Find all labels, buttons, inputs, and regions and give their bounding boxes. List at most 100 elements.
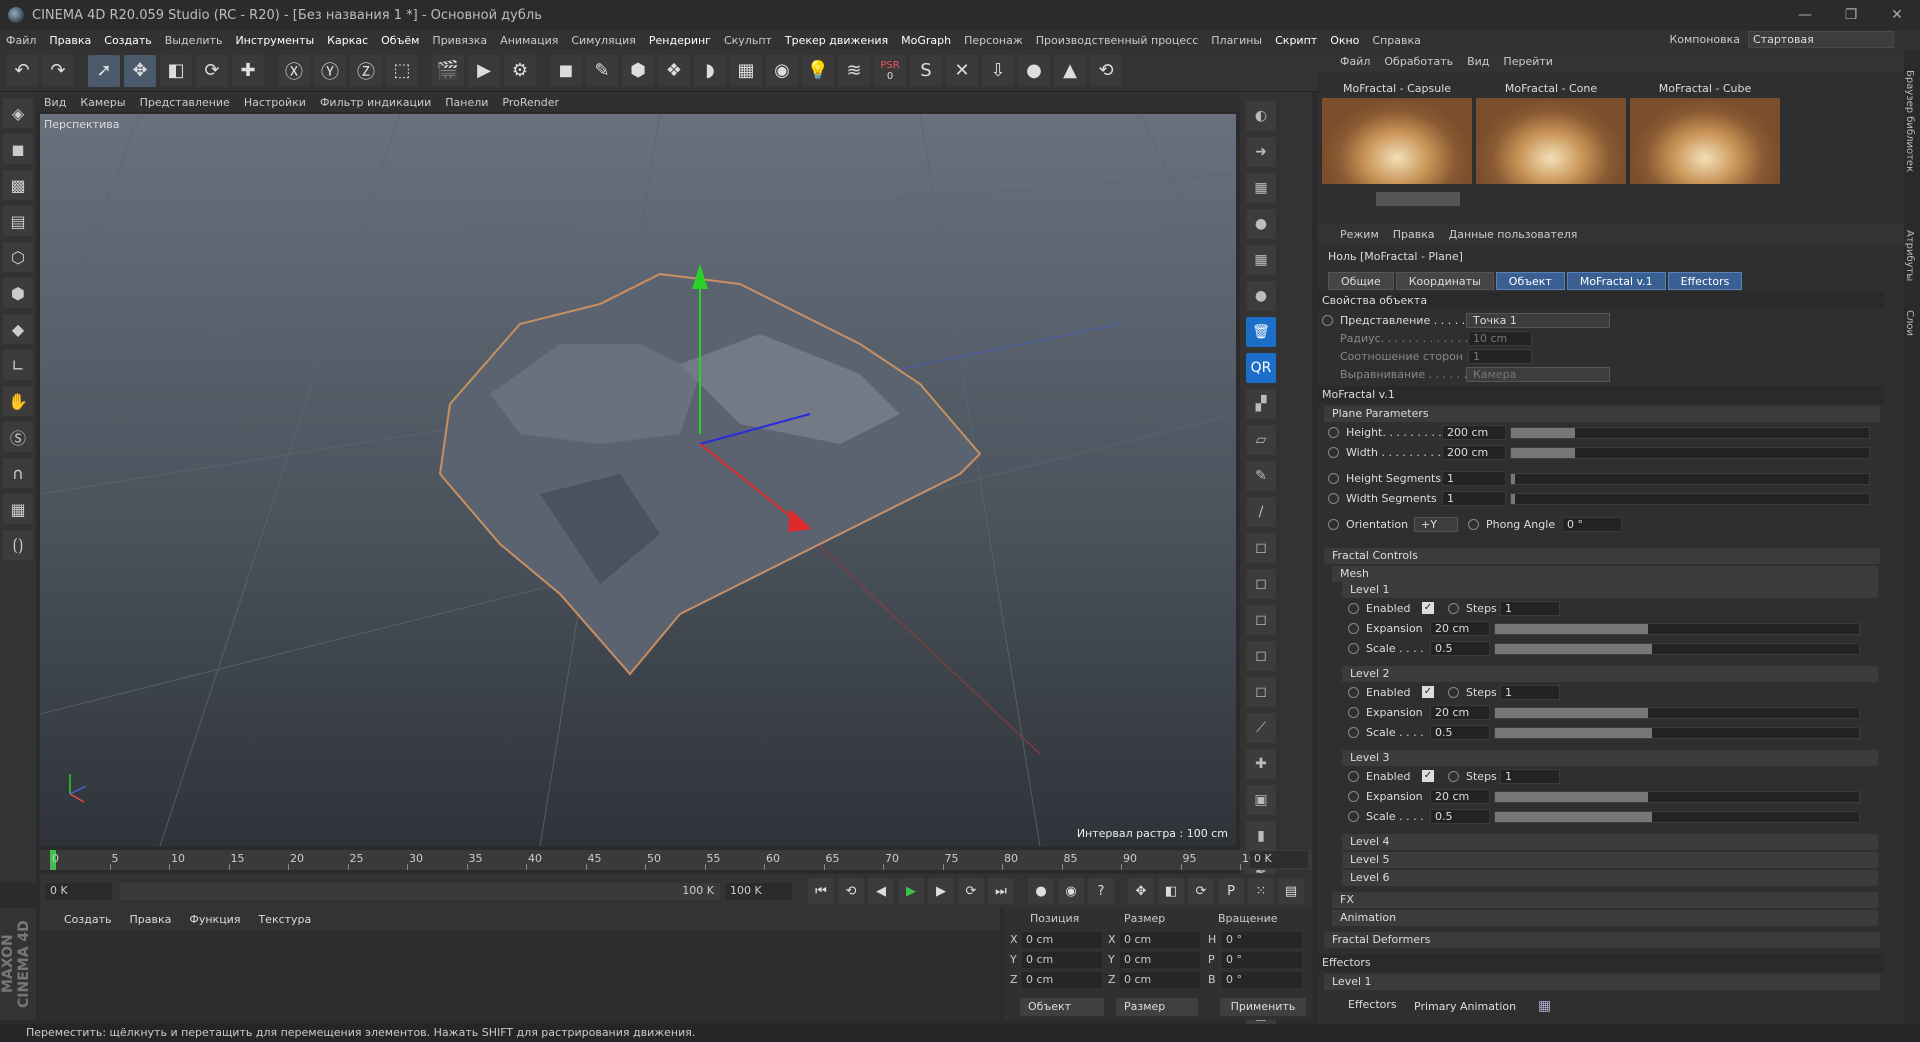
coords-mode-size-select[interactable]: Размер (1116, 998, 1198, 1016)
qr-icon[interactable]: QR (1246, 353, 1276, 383)
menu-file[interactable]: Файл (6, 34, 36, 47)
texture-mode-icon[interactable]: ▩ (3, 170, 33, 200)
minimize-button[interactable]: — (1782, 0, 1828, 30)
frame-icon[interactable]: ▣ (1246, 785, 1276, 815)
viewport-menu-panel[interactable]: Панели (445, 96, 488, 109)
maximize-button[interactable]: ❐ (1828, 0, 1874, 30)
object-mode-icon[interactable]: ◼ (3, 134, 33, 164)
next-key-icon[interactable]: ⟳ (958, 878, 984, 904)
expansion-slider[interactable] (1494, 707, 1860, 719)
brush-icon[interactable]: ✎ (1246, 461, 1276, 491)
menu-edit[interactable]: Правка (49, 34, 91, 47)
viewport-menu-display[interactable]: Представление (140, 96, 230, 109)
material-menu-texture[interactable]: Текстура (258, 913, 311, 926)
content-menu-edit[interactable]: Обработать (1384, 55, 1453, 68)
expansion-field[interactable]: 20 cm (1430, 705, 1490, 720)
preset-item[interactable]: MoFractal - Capsule (1322, 80, 1472, 184)
tab-effectors[interactable]: Effectors (1667, 272, 1743, 290)
keyframe-icon[interactable] (1448, 687, 1459, 698)
menu-tools[interactable]: Инструменты (235, 34, 314, 47)
attr-menu-mode[interactable]: Режим (1340, 228, 1379, 241)
polygons-mode-icon[interactable]: ◆ (3, 314, 33, 344)
pen-spline-icon[interactable]: ✎ (586, 54, 618, 87)
fx-group[interactable]: FX (1332, 892, 1878, 908)
arrow-right-icon[interactable]: ➜ (1246, 137, 1276, 167)
sphere-icon[interactable]: ◐ (1246, 101, 1276, 131)
keyframe-icon[interactable] (1328, 519, 1339, 530)
attr-menu-userdata[interactable]: Данные пользователя (1449, 228, 1578, 241)
keyframe-icon[interactable] (1348, 687, 1359, 698)
floor-icon[interactable]: ▦ (730, 54, 762, 87)
undo-button[interactable]: ↶ (6, 54, 38, 87)
move-tool-icon[interactable]: ✥ (124, 54, 156, 87)
expansion-field[interactable]: 20 cm (1430, 621, 1490, 636)
viewport-menu-cameras[interactable]: Камеры (80, 96, 125, 109)
prev-key-icon[interactable]: ⟲ (838, 878, 864, 904)
radius-field[interactable]: 10 cm (1468, 331, 1532, 346)
axis-x-icon[interactable]: Ⓧ (278, 54, 310, 87)
position-z-field[interactable]: 0 cm (1022, 972, 1102, 988)
scale-key-icon[interactable]: ◧ (1158, 878, 1184, 904)
viewport-menu-prorender[interactable]: ProRender (502, 96, 559, 109)
expansion-slider[interactable] (1494, 623, 1860, 635)
preview-range-slider[interactable]: 100 K (120, 882, 720, 900)
width-slider[interactable] (1510, 447, 1870, 459)
menu-mesh[interactable]: Каркас (327, 34, 368, 47)
keyframe-icon[interactable] (1348, 811, 1359, 822)
mograph-icon[interactable]: ⟲ (1090, 54, 1122, 87)
keyframe-selection-icon[interactable]: ? (1088, 878, 1114, 904)
render-settings-icon[interactable]: ⚙ (504, 54, 536, 87)
triangle-icon[interactable]: ▲ (1054, 54, 1086, 87)
snap-icon[interactable]: S (910, 54, 942, 87)
menu-render[interactable]: Рендеринг (649, 34, 711, 47)
render-view-icon[interactable]: 🎬 (432, 54, 464, 87)
side-tab-attributes[interactable]: Атрибуты (1904, 230, 1915, 281)
apply-button[interactable]: Применить (1220, 998, 1306, 1016)
aspect-field[interactable]: 1 (1468, 349, 1532, 364)
layout-select[interactable]: Стартовая (1748, 31, 1894, 48)
side-tab-library[interactable]: Браузер библиотек (1904, 70, 1915, 172)
menu-volume[interactable]: Объём (381, 34, 419, 47)
menu-plugins[interactable]: Плагины (1211, 34, 1262, 47)
keyframe-icon[interactable] (1348, 791, 1359, 802)
magnet-icon[interactable]: ∩ (3, 458, 33, 488)
menu-simulate[interactable]: Симуляция (571, 34, 636, 47)
level-6-group[interactable]: Level 6 (1342, 870, 1878, 886)
phong-angle-field[interactable]: 0 ° (1562, 517, 1622, 532)
tab-coordinates[interactable]: Координаты (1395, 272, 1494, 290)
enabled-checkbox[interactable]: ✓ (1422, 602, 1434, 614)
content-menu-go[interactable]: Перейти (1503, 55, 1553, 68)
cloner-icon[interactable]: ❖ (658, 54, 690, 87)
uv-icon[interactable]: ▞ (1246, 389, 1276, 419)
level-2-group[interactable]: Level 2 (1342, 666, 1878, 682)
lock-axis-icon[interactable]: ⟮⟯ (3, 530, 33, 560)
cube-icon[interactable]: ◻ (1246, 569, 1276, 599)
texture-grid-icon[interactable]: ▦ (1246, 245, 1276, 275)
goto-start-icon[interactable]: ⏮ (808, 878, 834, 904)
sphere-icon[interactable]: ● (1246, 281, 1276, 311)
keyframe-icon[interactable] (1468, 519, 1479, 530)
coords-mode-object-select[interactable]: Объект (1020, 998, 1104, 1016)
edges-mode-icon[interactable]: ⬢ (3, 278, 33, 308)
rotation-b-field[interactable]: 0 ° (1222, 972, 1302, 988)
tab-mofractal[interactable]: MoFractal v.1 (1566, 272, 1666, 290)
width-segments-slider[interactable] (1510, 493, 1870, 505)
autokey-icon[interactable]: ◉ (1058, 878, 1084, 904)
fractal-controls-group[interactable]: Fractal Controls (1324, 548, 1880, 564)
download-icon[interactable]: ⇩ (982, 54, 1014, 87)
height-segments-slider[interactable] (1510, 473, 1870, 485)
enabled-checkbox[interactable]: ✓ (1422, 770, 1434, 782)
height-field[interactable]: 200 cm (1442, 425, 1506, 440)
size-x-field[interactable]: 0 cm (1120, 932, 1200, 948)
rotation-h-field[interactable]: 0 ° (1222, 932, 1302, 948)
scale-slider[interactable] (1494, 811, 1860, 823)
scale-field[interactable]: 0.5 (1430, 725, 1490, 740)
bars-icon[interactable]: ▮ (1246, 821, 1276, 851)
position-y-field[interactable]: 0 cm (1022, 952, 1102, 968)
render-picture-viewer-icon[interactable]: ▶ (468, 54, 500, 87)
expansion-slider[interactable] (1494, 791, 1860, 803)
mesh-group[interactable]: Mesh (1332, 566, 1878, 582)
menu-animate[interactable]: Анимация (500, 34, 558, 47)
tab-object[interactable]: Объект (1495, 272, 1565, 290)
level-3-group[interactable]: Level 3 (1342, 750, 1878, 766)
